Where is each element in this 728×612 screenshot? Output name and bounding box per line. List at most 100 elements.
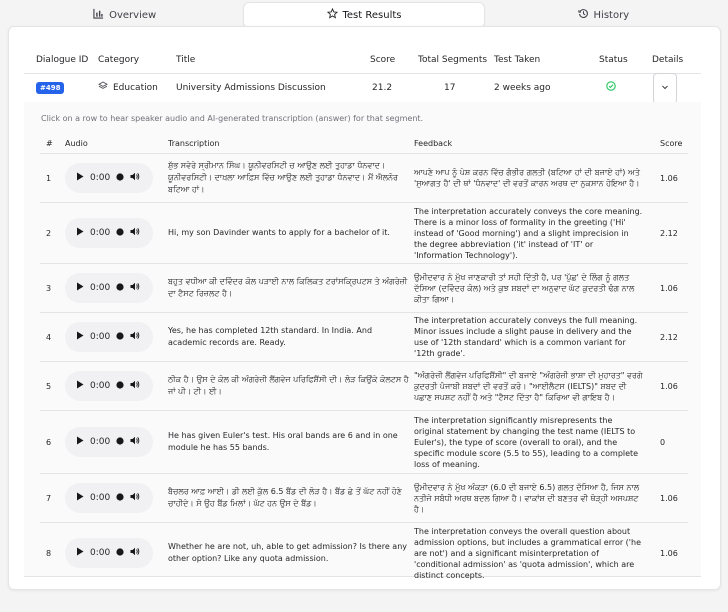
play-icon[interactable] <box>76 547 84 559</box>
audio-player[interactable]: 0:00 <box>65 163 153 193</box>
segment-number: 8 <box>46 548 52 558</box>
transcription-text: Hi, my son Davinder wants to apply for a… <box>168 228 390 237</box>
progress-dot-icon[interactable] <box>116 172 124 184</box>
audio-time: 0:00 <box>90 548 111 558</box>
audio-player[interactable]: 0:00 <box>65 427 153 457</box>
audio-time: 0:00 <box>90 173 111 183</box>
category-cell: Education <box>98 73 158 102</box>
table-row[interactable]: #498 Education University Admissions Dis… <box>24 73 701 104</box>
segment-row[interactable]: 6 0:00 He has given Euler's test. His oral… <box>40 411 688 474</box>
audio-time: 0:00 <box>90 493 111 503</box>
header-feedback: Feedback <box>414 139 453 148</box>
segment-row[interactable]: 3 0:00 ਬਹੁਤ ਵਧੀਆ ਕੀ ਦਵਿੰਦਰ ਕੋਲ ਪੜਾਈ ਨਾਲ ਕਿ… <box>40 264 688 313</box>
test-taken-cell: 2 weeks ago <box>494 82 551 93</box>
audio-cell: 0:00 <box>65 523 175 583</box>
audio-cell: 0:00 <box>65 154 175 202</box>
transcription-text: ਬਹੁਤ ਵਧੀਆ ਕੀ ਦਵਿੰਦਰ ਕੋਲ ਪੜਾਈ ਨਾਲ ਕਿਲਿਕਤ … <box>168 277 408 298</box>
audio-cell: 0:00 <box>65 313 175 361</box>
play-icon[interactable] <box>76 172 84 184</box>
segment-row[interactable]: 8 0:00 Whether he are not, uh, able to get… <box>40 523 688 583</box>
tab-test-results[interactable]: Test Results <box>244 3 484 27</box>
dialogue-id-badge: #498 <box>36 81 65 94</box>
segment-score: 0 <box>660 437 666 447</box>
header-title: Title <box>176 54 196 65</box>
play-icon[interactable] <box>76 282 84 294</box>
audio-time: 0:00 <box>90 332 111 342</box>
audio-time: 0:00 <box>90 283 111 293</box>
progress-dot-icon[interactable] <box>116 227 124 239</box>
transcription-text: He has given Euler's test. His oral band… <box>168 431 398 452</box>
audio-cell: 0:00 <box>65 411 175 473</box>
audio-player[interactable]: 0:00 <box>65 322 153 352</box>
header-details: Details <box>652 54 684 65</box>
play-icon[interactable] <box>76 227 84 239</box>
play-icon[interactable] <box>76 436 84 448</box>
header-num: # <box>46 139 53 148</box>
play-icon[interactable] <box>76 331 84 343</box>
segment-score: 1.06 <box>660 548 678 558</box>
feedback-text: ਉਮੀਦਵਾਰ ਨੇ ਮੁੱਖ ਜਾਣਕਾਰੀ ਤਾਂ ਸਹੀ ਦਿੱਤੀ ਹੈ… <box>414 272 635 304</box>
segment-score: 1.06 <box>660 381 678 391</box>
dialogue-id-cell: #498 <box>36 73 65 102</box>
transcription-text: Yes, he has completed 12th standard. In … <box>168 326 373 347</box>
transcription-text: Whether he are not, uh, able to get admi… <box>168 542 408 563</box>
tab-test-results-label: Test Results <box>342 9 402 21</box>
category-label: Education <box>113 82 158 93</box>
transcription-text: ਠੀਕ ਹੈ। ਉਸ ਦੇ ਕੋਲ ਕੀ ਅੰਗਰੇਜ਼ੀ ਲੈਂਗਵੇਜ ਪਰ… <box>168 375 409 396</box>
segment-number: 3 <box>46 283 52 293</box>
segments-hint: Click on a row to hear speaker audio and… <box>41 114 424 123</box>
audio-player[interactable]: 0:00 <box>65 273 153 303</box>
volume-icon[interactable] <box>130 492 140 504</box>
tab-overview-label: Overview <box>109 9 157 21</box>
segment-number: 1 <box>46 173 52 183</box>
volume-icon[interactable] <box>130 436 140 448</box>
play-icon[interactable] <box>76 492 84 504</box>
tab-overview[interactable]: Overview <box>5 3 244 27</box>
volume-icon[interactable] <box>130 227 140 239</box>
segments-rows: 1 0:00 ਸ਼ੁੱਭ ਸਵੇਰੇ ਸ੍ਰੀਮਾਨ ਸਿੰਘ। ਯੂਨੀਵਰਸਿਟ… <box>40 154 688 583</box>
feedback-text: "ਅੰਗਰੇਜ਼ੀ ਲੈਂਗਵੇਜ ਪਰਿਫਿਸ਼ੈਂਸੀ" ਦੀ ਬਜਾਏ "… <box>414 370 643 402</box>
progress-dot-icon[interactable] <box>116 282 124 294</box>
audio-player[interactable]: 0:00 <box>65 538 153 568</box>
progress-dot-icon[interactable] <box>116 547 124 559</box>
volume-icon[interactable] <box>130 331 140 343</box>
tab-bar: Overview Test Results History <box>5 3 723 27</box>
segment-row[interactable]: 7 0:00 ਬੈਚਲਰ ਆਫ਼ ਆਈ। ਡੀ ਲਈ ਕੁੱਲ 6.5 ਬੈਂਡ ਦ… <box>40 474 688 523</box>
details-toggle-button[interactable] <box>653 73 677 104</box>
feedback-text: The interpretation accurately conveys th… <box>414 206 643 260</box>
play-icon[interactable] <box>76 380 84 392</box>
header-status: Status <box>599 54 628 65</box>
segment-row[interactable]: 1 0:00 ਸ਼ੁੱਭ ਸਵੇਰੇ ਸ੍ਰੀਮਾਨ ਸਿੰਘ। ਯੂਨੀਵਰਸਿਟ… <box>40 154 688 203</box>
volume-icon[interactable] <box>130 172 140 184</box>
audio-cell: 0:00 <box>65 362 175 410</box>
header-transcription: Transcription <box>168 138 220 148</box>
layers-icon <box>98 81 108 94</box>
audio-player[interactable]: 0:00 <box>65 218 153 248</box>
progress-dot-icon[interactable] <box>116 436 124 448</box>
header-score: Score <box>660 139 683 148</box>
progress-dot-icon[interactable] <box>116 331 124 343</box>
progress-dot-icon[interactable] <box>116 380 124 392</box>
segment-row[interactable]: 2 0:00 Hi, my son Davinder wants to apply … <box>40 203 688 264</box>
segment-score: 1.06 <box>660 283 678 293</box>
feedback-text: The interpretation accurately conveys th… <box>414 316 638 358</box>
segment-row[interactable]: 4 0:00 Yes, he has completed 12th standard… <box>40 313 688 362</box>
volume-icon[interactable] <box>130 282 140 294</box>
audio-player[interactable]: 0:00 <box>65 483 153 513</box>
tab-history[interactable]: History <box>484 3 723 27</box>
star-icon <box>326 7 338 22</box>
audio-cell: 0:00 <box>65 264 175 312</box>
audio-time: 0:00 <box>90 228 111 238</box>
segments-cell: 17 <box>444 82 456 93</box>
volume-icon[interactable] <box>130 380 140 392</box>
segment-row[interactable]: 5 0:00 ਠੀਕ ਹੈ। ਉਸ ਦੇ ਕੋਲ ਕੀ ਅੰਗਰੇਜ਼ੀ ਲੈਂਗਵ… <box>40 362 688 411</box>
progress-dot-icon[interactable] <box>116 492 124 504</box>
header-test-taken: Test Taken <box>494 54 541 65</box>
audio-player[interactable]: 0:00 <box>65 371 153 401</box>
bar-chart-icon <box>93 8 104 22</box>
segments-table-header: # Audio Transcription Feedback Score <box>40 134 688 154</box>
volume-icon[interactable] <box>130 547 140 559</box>
audio-time: 0:00 <box>90 437 111 447</box>
segment-score: 2.12 <box>660 332 678 342</box>
segment-number: 6 <box>46 437 52 447</box>
